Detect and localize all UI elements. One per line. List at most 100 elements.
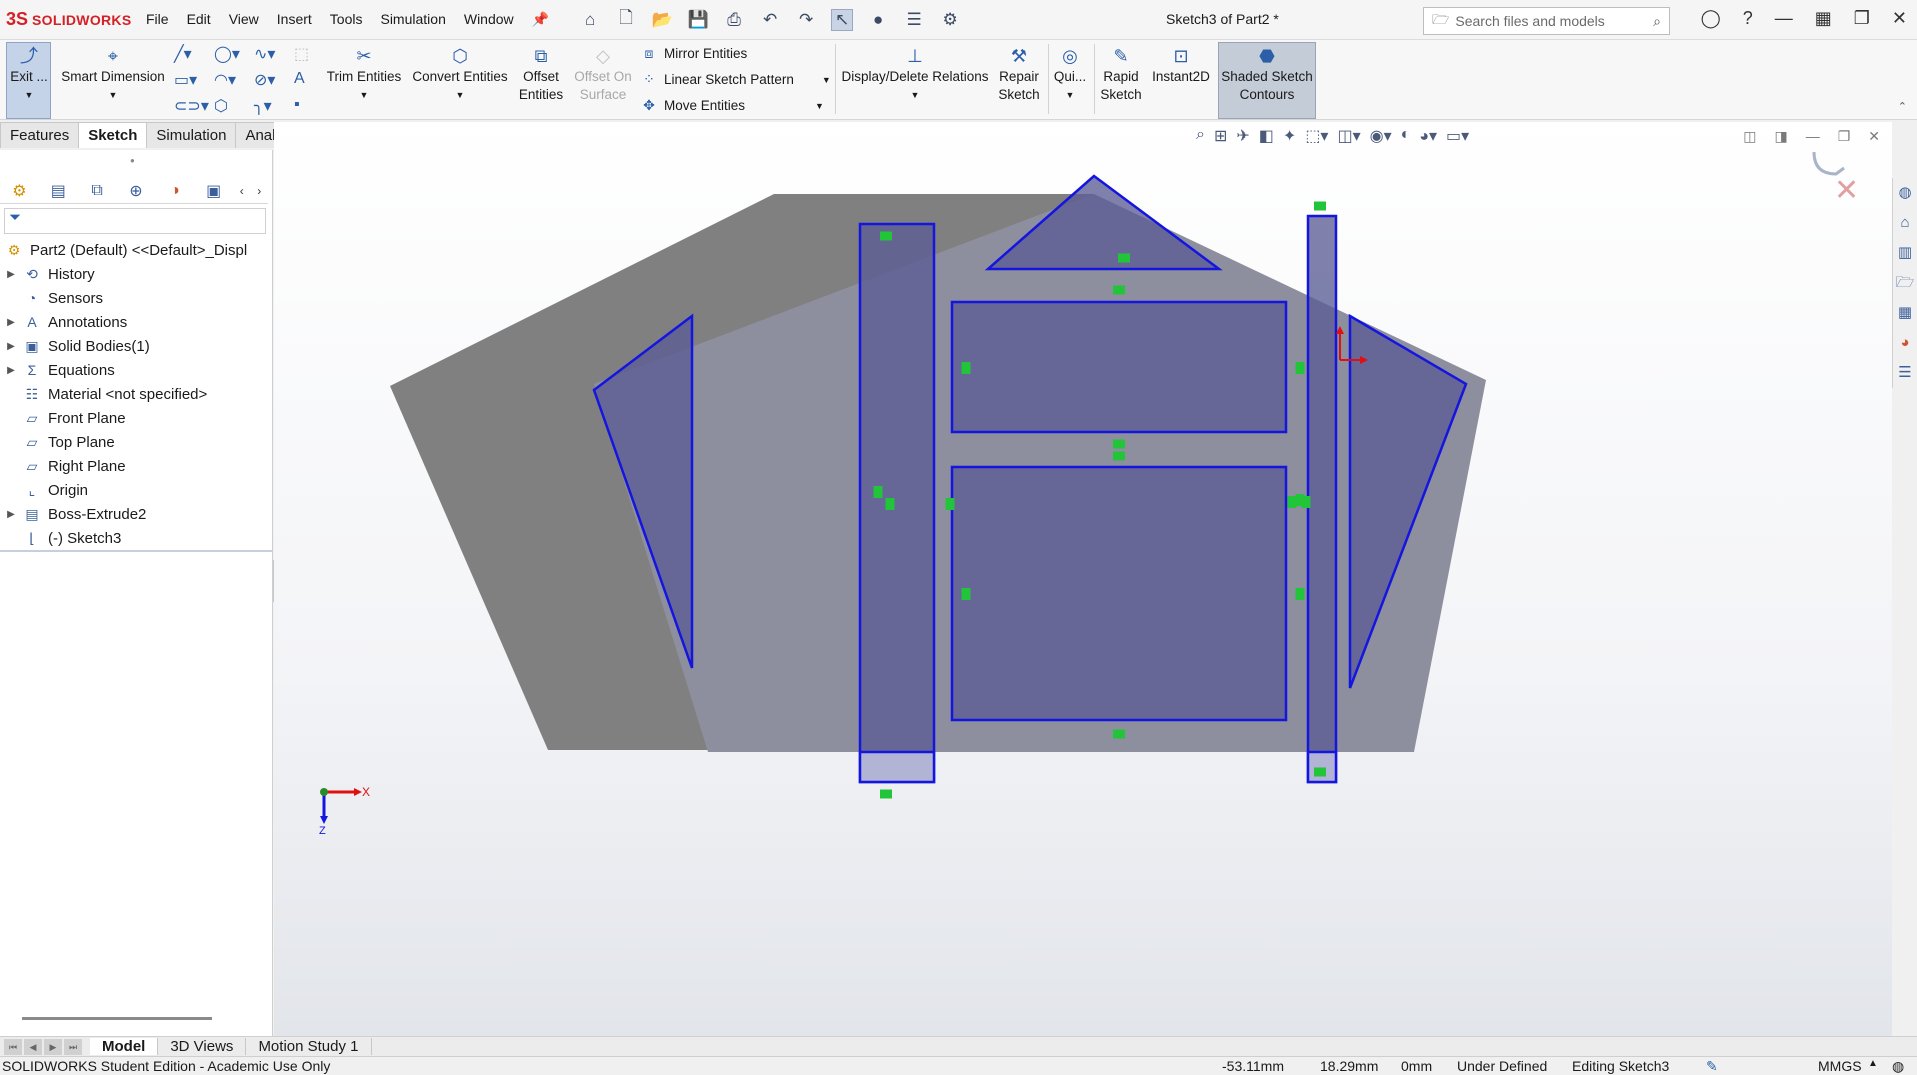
menu-simulation[interactable]: Simulation [380, 11, 445, 28]
tree-item[interactable]: ▶ ⟲ History [0, 262, 273, 286]
vertical-relation-icon[interactable] [1287, 496, 1297, 508]
appearances-icon[interactable]: ◕ [1893, 328, 1917, 358]
vertical-relation-icon[interactable] [885, 498, 895, 510]
undo-icon[interactable]: ↶ [759, 9, 781, 31]
cancel-x-icon[interactable]: ✕ [1834, 174, 1859, 207]
expand-arrow-icon[interactable]: ▶ [0, 341, 22, 352]
chevron-right-icon[interactable]: › [251, 184, 268, 198]
pin-icon[interactable]: 📌 [532, 11, 549, 28]
dimxpert-manager-icon[interactable]: ⊕ [117, 181, 156, 201]
sketch-right-slot[interactable] [1306, 214, 1338, 784]
tree-item[interactable]: ▶ ▣ Solid Bodies(1) [0, 334, 273, 358]
chevron-up-icon[interactable]: ▲ [1868, 1058, 1878, 1069]
property-manager-icon[interactable]: ▤ [39, 181, 78, 201]
chevron-down-icon[interactable]: ▼ [822, 75, 831, 85]
trim-entities-button[interactable]: ✂ Trim Entities ▼ [326, 44, 402, 104]
menu-tools[interactable]: Tools [330, 11, 363, 28]
menu-edit[interactable]: Edit [187, 11, 211, 28]
tab-model[interactable]: Model [90, 1038, 159, 1055]
tree-item[interactable]: ☷ Material <not specified> [0, 382, 273, 406]
horizontal-relation-icon[interactable] [880, 789, 892, 799]
tree-item[interactable]: ▱ Front Plane [0, 406, 273, 430]
offset-entities-button[interactable]: ⧉ Offset Entities [515, 44, 567, 104]
traffic-light-icon[interactable]: ● [867, 9, 889, 31]
panel-grip-icon[interactable]: ● [130, 156, 135, 165]
prev-tab-icon[interactable]: ◀ [24, 1038, 42, 1055]
mirror-entities-button[interactable]: ⧈ Mirror Entities [640, 45, 748, 62]
chevron-down-icon[interactable]: ▼ [25, 86, 34, 104]
close-icon[interactable]: ✕ [1892, 8, 1907, 29]
vertical-relation-icon[interactable] [1295, 588, 1305, 600]
tile-icon[interactable]: ▦ [1815, 8, 1832, 29]
tree-root-part[interactable]: ⚙ Part2 (Default) <<Default>_Displ [0, 238, 273, 262]
view-palette-icon[interactable]: ▦ [1893, 298, 1917, 328]
menu-insert[interactable]: Insert [277, 11, 312, 28]
tree-item[interactable]: ▱ Right Plane [0, 454, 273, 478]
fillet-icon[interactable]: ╮▾ [254, 96, 294, 116]
sketch-canvas[interactable]: ✕ X Z [274, 122, 1892, 1036]
home-icon[interactable]: ⌂ [579, 9, 601, 31]
restore-icon[interactable]: ❐ [1854, 8, 1870, 29]
chevron-down-icon[interactable]: ▼ [456, 86, 465, 104]
graphics-area[interactable]: ⌕ ⊞ ✈ ◧ ✦ ⬚▾ ◫▾ ◉▾ ◐ ◕▾ ▭▾ ◫ ◨ — ❐ ✕ ✕ X… [274, 122, 1892, 1036]
vertical-relation-icon[interactable] [1295, 362, 1305, 374]
tree-item[interactable]: ▶ Σ Equations [0, 358, 273, 382]
sketch-lower-rectangle[interactable] [950, 465, 1288, 722]
feature-manager-icon[interactable]: ⚙ [0, 181, 39, 201]
horizontal-relation-icon[interactable] [880, 231, 892, 241]
tab-motion-study[interactable]: Motion Study 1 [246, 1038, 372, 1055]
display-delete-relations-button[interactable]: ⊥ Display/Delete Relations ▼ [840, 44, 990, 104]
options-gear-icon[interactable]: ⚙ [939, 9, 961, 31]
custom-properties-icon[interactable]: ☰ [1893, 358, 1917, 388]
tree-item[interactable]: ▱ Top Plane [0, 430, 273, 454]
tips-icon[interactable]: ◍ [1892, 1058, 1904, 1075]
vertical-relation-icon[interactable] [1301, 496, 1311, 508]
tab-3d-views[interactable]: 3D Views [158, 1038, 247, 1055]
horizontal-scrollbar[interactable] [22, 1017, 212, 1020]
file-properties-icon[interactable]: ☰ [903, 9, 925, 31]
menu-view[interactable]: View [229, 11, 259, 28]
tab-features[interactable]: Features [0, 122, 80, 148]
open-icon[interactable]: 📂 [651, 9, 673, 31]
sketch-slot-extension[interactable] [1306, 750, 1338, 784]
chevron-down-icon[interactable]: ▼ [109, 86, 118, 104]
sketch-slot-extension[interactable] [858, 750, 936, 784]
solidworks-resources-icon[interactable]: ◍ [1893, 178, 1917, 208]
hexagon-icon[interactable]: ⬡ [214, 96, 254, 116]
move-entities-button[interactable]: ✥ Move Entities ▼ [640, 97, 824, 114]
file-explorer-icon[interactable]: 🗁 [1893, 268, 1917, 298]
vertical-relation-icon[interactable] [961, 588, 971, 600]
convert-entities-button[interactable]: ⬡ Convert Entities ▼ [410, 44, 510, 104]
select-pointer-icon[interactable]: ↖ [831, 8, 854, 31]
tree-item[interactable]: ⌊ (-) Sketch3 [0, 526, 273, 550]
circle-icon[interactable]: ◯▾ [214, 44, 254, 64]
confirm-ok-icon[interactable] [1812, 151, 1845, 176]
rectangle-icon[interactable]: ▭▾ [174, 70, 214, 90]
tree-filter-input[interactable]: ⏷ [4, 208, 266, 234]
tab-sketch[interactable]: Sketch [78, 122, 148, 148]
cam-manager-icon[interactable]: ▣ [194, 181, 233, 201]
smart-dimension-button[interactable]: ⌖ Smart Dimension ▼ [58, 44, 168, 104]
vertical-relation-icon[interactable] [873, 486, 883, 498]
shaded-sketch-contours[interactable]: ⬣ Shaded Sketch Contours [1218, 44, 1316, 104]
chevron-down-icon[interactable]: ▼ [815, 101, 824, 111]
menu-window[interactable]: Window [464, 11, 514, 28]
expand-arrow-icon[interactable]: ▶ [0, 365, 22, 376]
linear-sketch-pattern-button[interactable]: ⁘ Linear Sketch Pattern ▼ [640, 71, 831, 88]
horizontal-relation-icon[interactable] [1113, 729, 1125, 739]
arc-icon[interactable]: ◠▾ [214, 70, 254, 90]
expand-arrow-icon[interactable]: ▶ [0, 269, 22, 280]
confirmation-corner[interactable]: ✕ [1812, 151, 1859, 207]
offset-on-surface-button[interactable]: ◇ Offset On Surface [572, 44, 634, 104]
vertical-relation-icon[interactable] [945, 498, 955, 510]
tab-simulation[interactable]: Simulation [146, 122, 237, 148]
horizontal-relation-icon[interactable] [1113, 285, 1125, 295]
chevron-left-icon[interactable]: ‹ [233, 184, 250, 198]
help-icon[interactable]: ? [1743, 8, 1753, 29]
tree-item[interactable]: ◔ Sensors [0, 286, 273, 310]
line-icon[interactable]: ╱▾ [174, 44, 214, 64]
search-box[interactable]: 🗁 Search files and models ⌕ [1423, 7, 1670, 35]
menu-file[interactable]: File [146, 11, 169, 28]
search-icon[interactable]: ⌕ [1653, 13, 1661, 30]
quick-snaps-button[interactable]: ◎ Qui... ▼ [1052, 44, 1088, 104]
